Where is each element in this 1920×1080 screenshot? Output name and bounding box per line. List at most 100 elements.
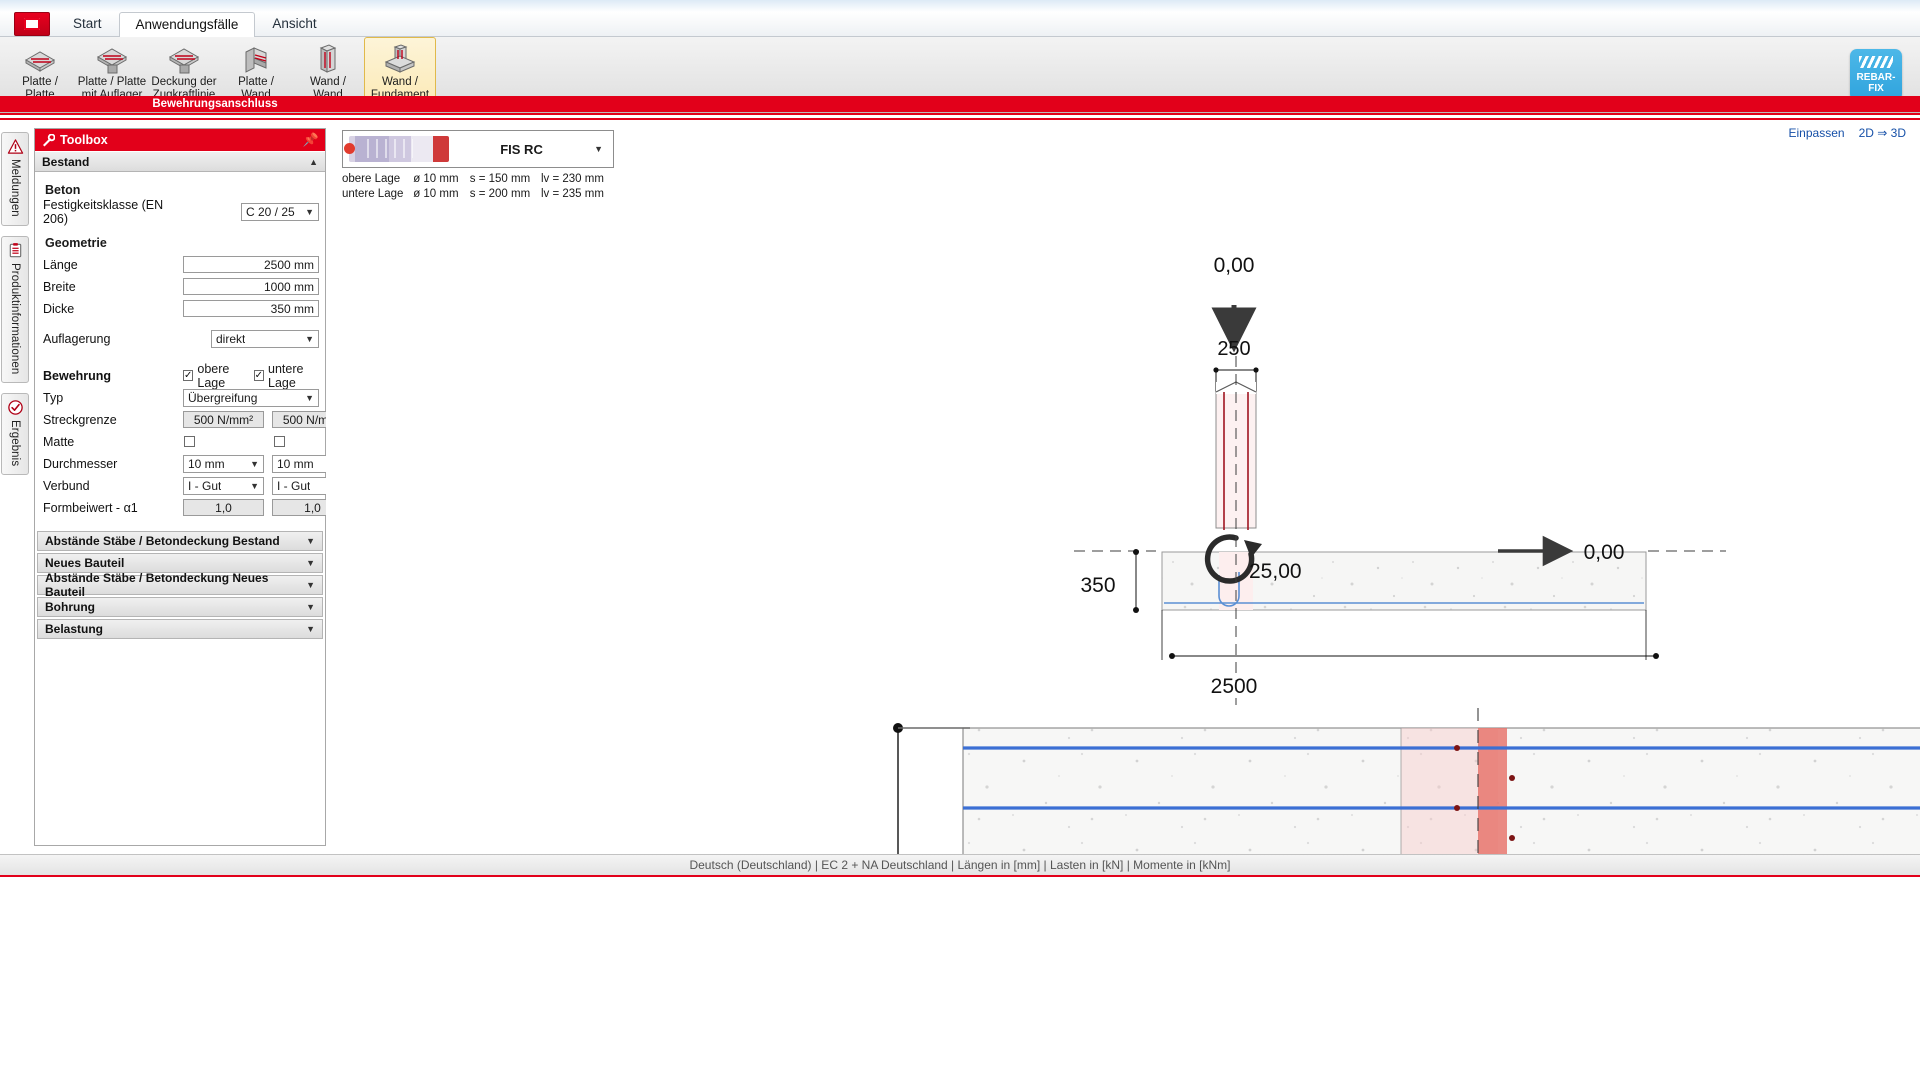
lage-checkbox-group: ✓ obere Lage ✓ untere Lage xyxy=(183,362,319,390)
chevron-down-icon: ▼ xyxy=(306,558,315,568)
field-label: Typ xyxy=(43,390,64,405)
sidebar-item-label: Meldungen xyxy=(9,159,21,217)
wall-foundation-icon xyxy=(380,42,420,76)
field-label: Verbund xyxy=(43,478,90,493)
ribbon-button-label: Deckung der xyxy=(151,76,217,88)
field-row-dicke: Dicke 350 mm xyxy=(43,298,319,319)
sidebar-item-ergebnis[interactable]: Ergebnis xyxy=(1,393,29,476)
chevron-down-icon: ▼ xyxy=(306,624,315,634)
sidebar-item-label: Ergebnis xyxy=(9,420,21,467)
obere-lage-checkbox[interactable]: ✓ xyxy=(183,370,194,381)
section-header-bestand[interactable]: Bestand ▲ xyxy=(35,151,325,172)
field-label: Festigkeitsklasse (EN 206) xyxy=(43,197,164,226)
section-header-abstaende-neues-bauteil[interactable]: Abstände Stäbe / Betondeckung Neues Baut… xyxy=(37,571,323,599)
slab-slab-icon xyxy=(20,42,60,76)
breite-input[interactable]: 1000 mm xyxy=(183,278,319,295)
sidebar-item-label: Produktinformationen xyxy=(9,262,21,375)
section-title: Abstände Stäbe / Betondeckung Bestand xyxy=(45,534,280,548)
sidebar-item-produktinformationen[interactable]: Produktinformationen xyxy=(1,235,29,384)
dim-wall-thickness-label: 250 xyxy=(1217,338,1250,360)
chevron-down-icon: ▼ xyxy=(305,392,314,403)
section-header-neues-bauteil[interactable]: Neues Bauteil ▼ xyxy=(37,553,323,573)
ribbon-tab-start[interactable]: Start xyxy=(56,11,119,36)
rebar-fix-brand-badge[interactable]: REBAR- FIX xyxy=(1850,49,1902,101)
clipboard-icon xyxy=(9,242,21,258)
wall-wall-icon xyxy=(308,42,348,76)
auflagerung-select[interactable]: direkt ▼ xyxy=(211,329,319,348)
field-label: Länge xyxy=(43,257,78,272)
field-row-matte: Matte xyxy=(43,431,319,452)
readonly-value: 1,0 xyxy=(215,500,232,515)
toolbox-header: Toolbox 📌 xyxy=(35,129,325,151)
verbund-obere-select[interactable]: I - Gut ▼ xyxy=(183,476,264,495)
festigkeitsklasse-select[interactable]: C 20 / 25 ▼ xyxy=(241,202,319,221)
brand-line-1: REBAR- xyxy=(1856,72,1896,83)
field-row-breite: Breite 1000 mm xyxy=(43,276,319,297)
ribbon-tab-anwendungsfaelle[interactable]: Anwendungsfälle xyxy=(118,12,256,37)
field-row-laenge: Länge 2500 mm xyxy=(43,254,319,275)
select-value: 10 mm xyxy=(188,456,225,471)
desktop-taskbar-area xyxy=(0,876,1920,1080)
load-vertical-label: 0,00 xyxy=(1214,254,1255,277)
chevron-down-icon: ▼ xyxy=(306,602,315,612)
section-body-bestand: Beton Festigkeitsklasse (EN 206) C 20 / … xyxy=(35,172,353,529)
section-title: Abstände Stäbe / Betondeckung Neues Baut… xyxy=(45,571,269,599)
field-row-festigkeitsklasse: Festigkeitsklasse (EN 206) C 20 / 25 ▼ xyxy=(43,198,319,226)
section-header-abstaende-bestand[interactable]: Abstände Stäbe / Betondeckung Bestand ▼ xyxy=(37,531,323,551)
chevron-down-icon: ▼ xyxy=(306,536,315,546)
brand-line-2: FIX xyxy=(1868,83,1884,94)
chevron-up-icon: ▲ xyxy=(309,156,318,167)
dicke-input[interactable]: 350 mm xyxy=(183,300,319,317)
typ-select[interactable]: Übergreifung ▼ xyxy=(183,388,319,407)
section-header-bohrung[interactable]: Bohrung ▼ xyxy=(37,597,323,617)
select-value: I - Gut xyxy=(277,478,311,493)
input-value: 2500 mm xyxy=(263,257,314,272)
chevron-down-icon: ▼ xyxy=(305,206,314,217)
pin-icon[interactable]: 📌 xyxy=(303,132,319,148)
matte-obere-checkbox[interactable] xyxy=(184,436,195,447)
sidebar-item-meldungen[interactable]: Meldungen xyxy=(1,132,29,226)
select-value: direkt xyxy=(216,331,246,346)
select-value: I - Gut xyxy=(188,478,222,493)
field-row-auflagerung: Auflagerung direkt ▼ xyxy=(43,328,319,349)
durchmesser-obere-select[interactable]: 10 mm ▼ xyxy=(183,454,264,473)
work-area: Meldungen Produktinformationen Ergebnis xyxy=(0,120,1920,854)
section-header-belastung[interactable]: Belastung ▼ xyxy=(37,619,323,639)
checkbox-label: untere Lage xyxy=(268,361,304,390)
untere-lage-checkbox-wrap: ✓ untere Lage xyxy=(253,361,319,390)
section-view: 0,00 250 25,00 0,00 350 2500 xyxy=(1074,254,1726,705)
matte-untere-checkbox[interactable] xyxy=(274,436,285,447)
group-title-bewehrung: Bewehrung xyxy=(43,368,112,383)
formbeiwert-obere-value: 1,0 xyxy=(183,499,264,516)
chevron-down-icon: ▼ xyxy=(250,458,259,469)
dim-slab-length-label: 2500 xyxy=(1211,675,1258,698)
plan-view: 1000 xyxy=(893,708,1920,854)
untere-lage-checkbox[interactable]: ✓ xyxy=(253,370,264,381)
structural-drawing: 0,00 250 25,00 0,00 350 2500 xyxy=(893,254,1920,854)
input-value: 350 mm xyxy=(270,301,314,316)
field-row-durchmesser: Durchmesser 10 mm ▼ 10 mm ▼ xyxy=(43,453,353,474)
app-logo-icon[interactable] xyxy=(14,12,50,36)
field-row-verbund: Verbund I - Gut ▼ I - Gut ▼ xyxy=(43,475,353,496)
ribbon-group-label: Bewehrungsanschluss xyxy=(0,96,1920,112)
obere-lage-checkbox-wrap: ✓ obere Lage xyxy=(183,362,246,390)
ribbon-tab-ansicht[interactable]: Ansicht xyxy=(255,11,333,36)
field-label: Breite xyxy=(43,279,76,294)
group-title-beton: Beton xyxy=(45,183,81,197)
ribbon-tab-strip: Start Anwendungsfälle Ansicht xyxy=(0,12,1920,37)
readonly-value: 1,0 xyxy=(304,500,321,515)
drawing-canvas[interactable]: Einpassen 2D ⇒ 3D FIS RC ▼ obere Lage ø … xyxy=(326,120,1920,854)
slab-wall-icon xyxy=(236,42,276,76)
toolbox-panel: Toolbox 📌 Bestand ▲ Beton Festigkeitskla… xyxy=(34,128,353,846)
field-row-bewehrung-lagen: Bewehrung ✓ obere Lage ✓ untere Lage xyxy=(43,362,319,390)
status-bar-text: Deutsch (Deutschland) | EC 2 + NA Deutsc… xyxy=(689,857,1231,872)
laenge-input[interactable]: 2500 mm xyxy=(183,256,319,273)
dim-slab-thickness-label: 350 xyxy=(1080,574,1115,597)
chevron-down-icon: ▼ xyxy=(305,333,314,344)
check-circle-icon xyxy=(7,400,23,415)
streckgrenze-obere-value: 500 N/mm² xyxy=(183,411,264,428)
field-label: Auflagerung xyxy=(43,331,111,346)
readonly-value: 500 N/mm² xyxy=(193,412,254,427)
section-title: Bohrung xyxy=(45,600,95,614)
hatch-icon xyxy=(1859,56,1893,68)
